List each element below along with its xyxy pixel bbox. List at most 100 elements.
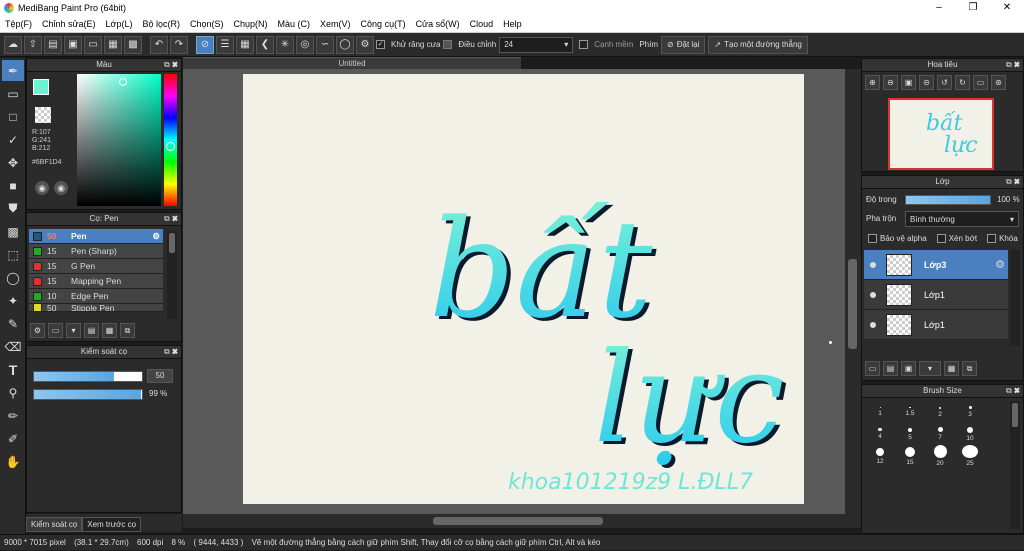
brush-size-option[interactable]: 15 <box>895 445 925 467</box>
brush-item[interactable]: 15 G Pen <box>29 259 163 274</box>
panel-controls-icon[interactable]: ⧉ ✖ <box>1006 59 1020 71</box>
gear-icon[interactable]: ⚙ <box>995 258 1005 271</box>
snap-settings-icon[interactable]: ⚙ <box>356 35 374 54</box>
vanish-snap-icon[interactable]: ❮ <box>256 35 274 54</box>
brush-size-option[interactable]: 25 <box>955 445 985 467</box>
undo-icon[interactable]: ↶ <box>150 35 168 54</box>
eye-icon[interactable] <box>870 321 876 328</box>
menu-file[interactable]: Tệp(F) <box>0 19 37 29</box>
zoom-out-icon[interactable]: ⊖ <box>883 74 898 90</box>
tab-brush-preview[interactable]: Xem trước cọ <box>82 517 142 532</box>
shape-tool-icon[interactable]: ■ <box>2 175 24 196</box>
anti-alias-checkbox[interactable]: ✓ <box>376 40 385 49</box>
brush-item[interactable]: 10 Edge Pen <box>29 289 163 304</box>
menu-color[interactable]: Màu (C) <box>273 19 316 29</box>
clipping-checkbox[interactable] <box>936 234 946 243</box>
lasso-tool-icon[interactable]: ◯ <box>2 267 24 288</box>
panel-controls-icon[interactable]: ⧉ ✖ <box>164 346 178 358</box>
circle-snap-icon[interactable]: ◎ <box>296 35 314 54</box>
folder-icon[interactable]: ▦ <box>102 322 117 338</box>
copy-brush-icon[interactable]: ⧉ <box>120 322 135 338</box>
color-picker-cursor[interactable] <box>119 78 127 86</box>
fill-tool-icon[interactable]: ⛊ <box>2 198 24 219</box>
menu-window[interactable]: Cửa sổ(W) <box>411 19 465 29</box>
brush-size-option[interactable]: 3 <box>955 401 985 423</box>
radial-snap-icon[interactable]: ✳ <box>276 35 294 54</box>
gradient-tool-icon[interactable]: ▩ <box>2 221 24 242</box>
menu-cloud[interactable]: Cloud <box>465 19 499 29</box>
lock-checkbox[interactable] <box>987 234 997 243</box>
flip-icon[interactable]: ▭ <box>973 74 988 90</box>
move-tool-icon[interactable]: ✥ <box>2 152 24 173</box>
hue-slider[interactable] <box>164 74 177 206</box>
rotate-left-icon[interactable]: ↺ <box>937 74 952 90</box>
parallel-snap-icon[interactable]: ☰ <box>216 35 234 54</box>
panel-controls-icon[interactable]: ⧉ ✖ <box>1006 385 1020 397</box>
eye-icon[interactable] <box>870 291 876 298</box>
cloud-icon[interactable]: ☁ <box>4 35 22 54</box>
tab-brush-control[interactable]: Kiểm soát cọ <box>26 517 83 532</box>
brush-size-value[interactable]: 50 <box>147 369 173 383</box>
brush-size-option[interactable]: 1.5 <box>895 401 925 423</box>
horizontal-scrollbar[interactable] <box>183 514 861 528</box>
layer-scrollbar[interactable] <box>1010 250 1020 346</box>
menu-tools[interactable]: Công cụ(T) <box>356 19 411 29</box>
brush-size-option[interactable]: 2 <box>925 401 955 423</box>
navigator-thumbnail[interactable]: bất lực <box>888 98 994 170</box>
canvas-area[interactable]: bất bất lực lực khoa101219z9 L.ĐLL7 <box>183 69 861 514</box>
panel-controls-icon[interactable]: ⧉ ✖ <box>164 59 178 71</box>
brush-item[interactable]: 50 Pen ⚙ <box>29 229 163 244</box>
brush-size-slider[interactable] <box>33 371 143 382</box>
transparent-swatch[interactable] <box>35 107 51 123</box>
grid-icon[interactable]: ▩ <box>124 35 142 54</box>
palette-icon[interactable]: ◉ <box>35 181 49 195</box>
dot-tool-icon[interactable]: □ <box>2 106 24 127</box>
saturation-value-picker[interactable] <box>77 74 161 206</box>
brush-size-option[interactable]: 5 <box>895 423 925 445</box>
duplicate-layer-icon[interactable]: ⧉ <box>962 360 977 376</box>
fit-icon[interactable]: ▣ <box>901 74 916 90</box>
zoom-in-icon[interactable]: ⊕ <box>865 74 880 90</box>
minimize-button[interactable]: – <box>922 0 956 16</box>
hue-cursor[interactable] <box>166 142 175 151</box>
panel-controls-icon[interactable]: ⧉ ✖ <box>164 213 178 225</box>
brush-item[interactable]: 50 Stipple Pen <box>29 304 163 312</box>
layer-row[interactable]: Lớp3 ⚙ <box>864 250 1008 280</box>
menu-edit[interactable]: Chỉnh sửa(E) <box>37 19 101 29</box>
brush-size-scrollbar[interactable] <box>1010 401 1020 529</box>
redo-icon[interactable]: ↷ <box>170 35 188 54</box>
palette-add-icon[interactable]: ◉ <box>54 181 68 195</box>
gear-icon[interactable]: ⚙ <box>152 231 160 242</box>
protect-alpha-checkbox[interactable] <box>868 234 877 243</box>
foreground-color-swatch[interactable] <box>33 79 49 95</box>
ellipse-snap-icon[interactable]: ◯ <box>336 35 354 54</box>
brush-menu-icon[interactable]: ▾ <box>66 322 81 338</box>
select-rect-icon[interactable]: ⬚ <box>2 244 24 265</box>
brush-size-option[interactable]: 10 <box>955 423 985 445</box>
pen-tool-icon[interactable]: ✐ <box>2 428 24 449</box>
tab-untitled[interactable]: Untitled <box>183 57 521 69</box>
menu-snap[interactable]: Chụp(N) <box>229 19 273 29</box>
eraser-tool-icon[interactable]: ▭ <box>2 83 24 104</box>
drawing-canvas[interactable]: bất bất lực lực khoa101219z9 L.ĐLL7 <box>243 74 804 504</box>
adjust-checkbox[interactable] <box>443 40 453 49</box>
folder-icon[interactable]: ▦ <box>944 360 959 376</box>
eyedropper-tool-icon[interactable]: ✏ <box>2 405 24 426</box>
brush-size-option[interactable]: 1 <box>865 401 895 423</box>
add-layer-menu-icon[interactable]: ▾ <box>919 360 941 376</box>
menu-filter[interactable]: Bộ lọc(R) <box>137 19 185 29</box>
page-manage-icon[interactable]: ▦ <box>104 35 122 54</box>
vertical-scroll-thumb[interactable] <box>848 259 857 349</box>
zoom-reset-icon[interactable]: ⊝ <box>919 74 934 90</box>
menu-help[interactable]: Help <box>498 19 527 29</box>
select-eraser-icon[interactable]: ⌫ <box>2 336 24 357</box>
horizontal-scroll-thumb[interactable] <box>433 517 603 525</box>
comment-icon[interactable]: ▣ <box>64 35 82 54</box>
rotate-right-icon[interactable]: ↻ <box>955 74 970 90</box>
new-layer-icon[interactable]: ▭ <box>865 360 880 376</box>
blend-mode-select[interactable]: Bình thường ▾ <box>905 211 1019 227</box>
select-pen-icon[interactable]: ✎ <box>2 313 24 334</box>
brush-item[interactable]: 15 Pen (Sharp) <box>29 244 163 259</box>
brush-size-option[interactable]: 12 <box>865 445 895 467</box>
chat-icon[interactable]: ▤ <box>44 35 62 54</box>
